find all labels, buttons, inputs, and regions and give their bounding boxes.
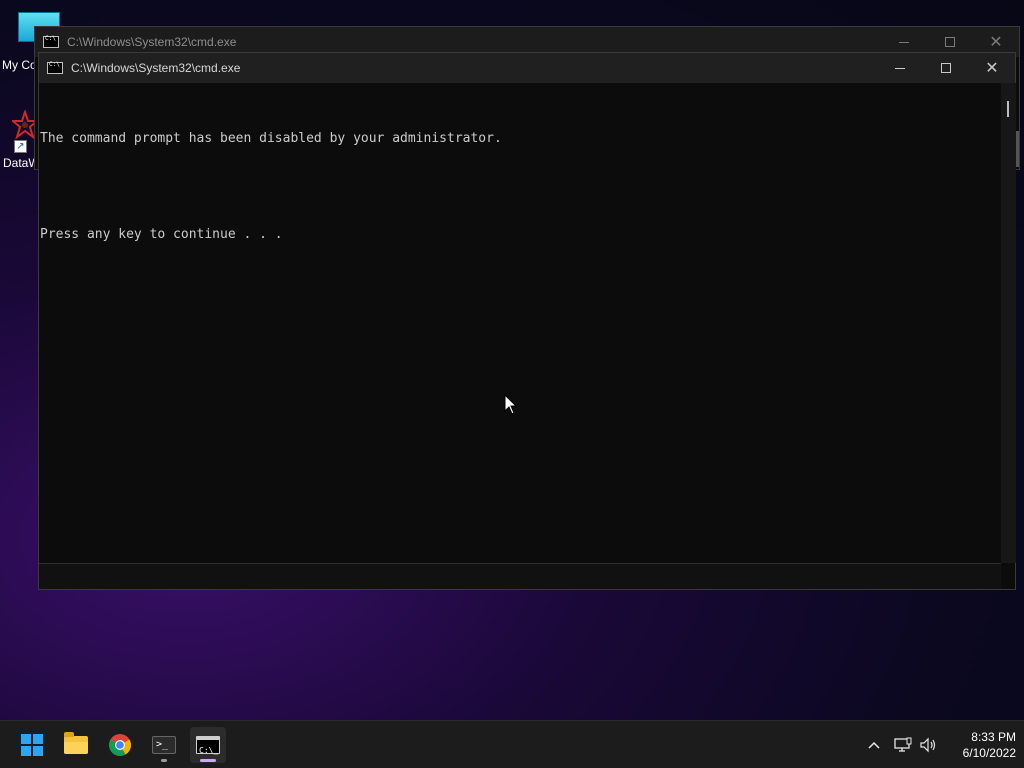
console-line: The command prompt has been disabled by … [40,131,502,146]
desktop-icon-label: My Co [2,58,37,72]
window-title: C:\Windows\System32\cmd.exe [71,61,241,75]
console-line: Press any key to continue . . . [40,227,283,242]
cmd-icon [43,35,59,48]
close-icon: ✕ [989,32,1003,51]
scrollbar-thumb[interactable] [1016,131,1019,167]
taskbar-chrome[interactable] [102,727,138,763]
close-icon: ✕ [985,58,999,77]
horizontal-scrollbar[interactable] [39,563,1001,589]
title-bar[interactable]: C:\Windows\System32\cmd.exe ✕ [39,53,1015,83]
chrome-icon [109,734,131,756]
window-title: C:\Windows\System32\cmd.exe [67,35,237,49]
cmd-window[interactable]: C:\Windows\System32\cmd.exe ✕ The comman… [38,52,1016,590]
chevron-up-icon[interactable] [866,737,882,753]
volume-icon[interactable] [920,737,938,753]
shortcut-arrow-icon: ↗ [14,140,27,153]
cmd-icon [47,61,63,74]
maximize-icon [945,37,955,47]
mouse-cursor-icon [504,394,518,415]
network-icon[interactable] [894,737,912,753]
cmd-icon: C:\_ [196,736,220,755]
active-indicator [200,759,216,762]
maximize-icon [941,63,951,73]
running-indicator [161,759,167,762]
taskbar-clock[interactable]: 8:33 PM 6/10/2022 [944,729,1016,761]
minimize-icon [899,41,909,43]
terminal-icon: >_ [152,736,176,754]
vertical-scrollbar[interactable] [1001,83,1016,563]
system-tray [866,721,938,768]
maximize-button[interactable] [923,53,969,83]
taskbar-cmd[interactable]: C:\_ [190,727,226,763]
taskbar: >_ C:\_ 8:33 PM 6/10/2022 [0,720,1024,768]
clock-time: 8:33 PM [971,730,1016,744]
scrollbar-thumb[interactable] [1007,101,1009,117]
windows-logo-icon [21,734,43,756]
clock-date: 6/10/2022 [962,746,1016,760]
close-button[interactable]: ✕ [969,53,1015,83]
taskbar-file-explorer[interactable] [58,727,94,763]
taskbar-terminal[interactable]: >_ [146,727,182,763]
console-output[interactable]: The command prompt has been disabled by … [39,83,1001,563]
start-button[interactable] [14,727,50,763]
minimize-icon [895,67,905,69]
minimize-button[interactable] [877,53,923,83]
folder-icon [64,732,88,754]
